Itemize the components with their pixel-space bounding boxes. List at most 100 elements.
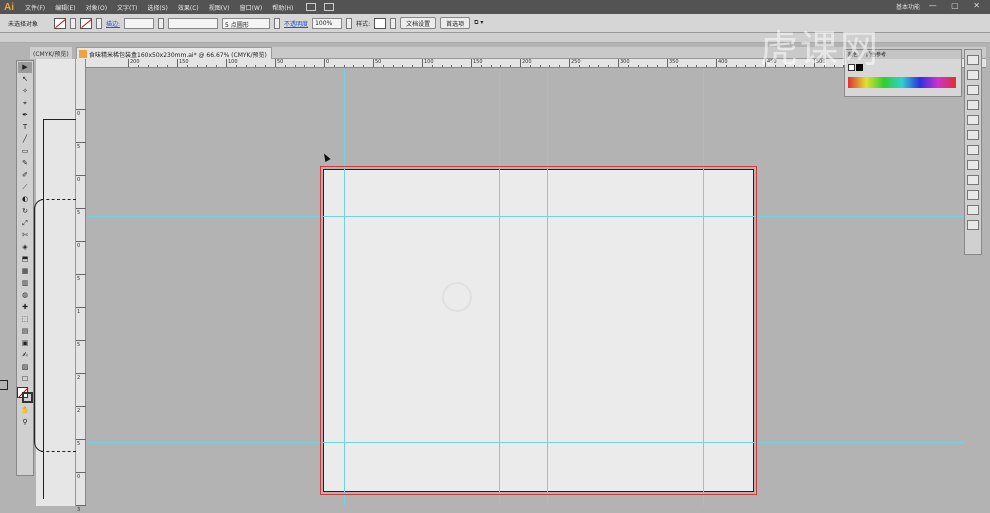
- tool-button[interactable]: ▶: [18, 62, 32, 73]
- tool-button[interactable]: ↻: [18, 206, 32, 217]
- ruler-minor-tick: [314, 65, 316, 67]
- ruler-minor-tick: [196, 65, 198, 67]
- window-controls[interactable]: — ▢ ✕: [929, 1, 986, 10]
- menu-effect[interactable]: 效果(C): [173, 3, 204, 12]
- transparency-icon[interactable]: [967, 160, 979, 170]
- brush-dropdown[interactable]: [274, 17, 281, 29]
- tool-button[interactable]: ✎: [18, 158, 32, 169]
- ruler-minor-tick: [147, 65, 149, 67]
- arrange-docs-icon[interactable]: [324, 3, 335, 11]
- swatches-icon[interactable]: [967, 85, 979, 95]
- tool-button[interactable]: ☐: [18, 374, 32, 385]
- tool-button[interactable]: ✒: [18, 110, 32, 121]
- guide-vertical[interactable]: [344, 169, 345, 492]
- ruler-tick: [76, 439, 86, 440]
- ruler-minor-tick: [441, 65, 443, 67]
- preferences-button[interactable]: 首选项: [440, 17, 471, 29]
- guide-horizontal[interactable]: [323, 442, 754, 443]
- stroke-swatch[interactable]: [80, 17, 93, 29]
- tool-button[interactable]: ◍: [18, 290, 32, 301]
- ruler-label: 2: [77, 408, 81, 414]
- stroke-weight-dropdown[interactable]: [158, 17, 165, 29]
- color-panel-icon[interactable]: [967, 55, 979, 65]
- tool-button[interactable]: ✄: [18, 230, 32, 241]
- tool-button[interactable]: ▭: [18, 146, 32, 157]
- tool-button[interactable]: ✋: [18, 405, 32, 416]
- ruler-minor-tick: [696, 65, 698, 67]
- tool-button[interactable]: ╱: [18, 134, 32, 145]
- ruler-minor-tick: [480, 65, 482, 67]
- style-swatch[interactable]: [374, 17, 387, 29]
- ruler-label: 5: [77, 342, 81, 348]
- vertical-ruler[interactable]: 0 5 0 5 0 5 1 5 2 2 5 0 3: [76, 59, 86, 513]
- tool-button[interactable]: ⌖: [18, 98, 32, 109]
- style-dropdown[interactable]: [390, 17, 397, 29]
- opacity-label[interactable]: 不透明度: [284, 19, 308, 28]
- stroke-icon[interactable]: [967, 130, 979, 140]
- guide-vertical[interactable]: [499, 169, 500, 492]
- tool-button[interactable]: ⚲: [18, 417, 32, 428]
- fill-swatch[interactable]: [54, 17, 67, 29]
- menu-window[interactable]: 窗口(W): [235, 3, 268, 12]
- stroke-icon[interactable]: [22, 392, 33, 403]
- ruler-label: 5: [77, 210, 81, 216]
- tool-button[interactable]: ⤢: [18, 218, 32, 229]
- previous-artboard-area: [34, 59, 76, 506]
- tool-button[interactable]: ⬒: [18, 254, 32, 265]
- fill-stroke-widget[interactable]: [17, 387, 33, 403]
- brushes-icon[interactable]: [967, 100, 979, 110]
- fill-dropdown[interactable]: [70, 17, 77, 29]
- tool-button[interactable]: ▨: [18, 362, 32, 373]
- brush-field[interactable]: 5 点圆形: [222, 17, 271, 29]
- ruler-label: 0: [77, 111, 81, 117]
- stroke-dropdown[interactable]: [96, 17, 103, 29]
- menu-edit[interactable]: 编辑(E): [50, 3, 80, 12]
- tool-button[interactable]: ↖: [18, 74, 32, 85]
- menu-help[interactable]: 帮助(H): [267, 3, 298, 12]
- tool-button[interactable]: ✐: [18, 170, 32, 181]
- guide-horizontal[interactable]: [323, 216, 754, 217]
- tool-button[interactable]: ✍: [18, 350, 32, 361]
- stroke-weight-field[interactable]: [124, 17, 155, 29]
- menu-type[interactable]: 文字(T): [112, 3, 142, 12]
- ruler-tick: [76, 274, 86, 275]
- document-setup-button[interactable]: 文档设置: [400, 17, 437, 29]
- artboard[interactable]: [323, 169, 754, 492]
- symbols-icon[interactable]: [967, 115, 979, 125]
- color-guide-icon[interactable]: [967, 70, 979, 80]
- tool-button[interactable]: ⬚: [18, 314, 32, 325]
- menu-view[interactable]: 视图(V): [204, 3, 235, 12]
- menu-object[interactable]: 对象(O): [81, 3, 112, 12]
- current-document-tab[interactable]: 食味精米稀包装盒160x50x230mm.ai* @ 66.67% (CMYK/…: [76, 47, 272, 59]
- ruler-minor-tick: [216, 65, 218, 67]
- appearance-icon[interactable]: [967, 175, 979, 185]
- guide-vertical[interactable]: [703, 169, 704, 492]
- artboards-icon[interactable]: [967, 220, 979, 230]
- tool-button[interactable]: ✧: [18, 86, 32, 97]
- variable-width-field[interactable]: [168, 17, 219, 29]
- tool-button[interactable]: ▥: [18, 278, 32, 289]
- layers-icon[interactable]: [967, 205, 979, 215]
- tool-button[interactable]: ⟋: [18, 182, 32, 193]
- tool-button[interactable]: ◐: [18, 194, 32, 205]
- tool-button[interactable]: ▤: [18, 326, 32, 337]
- prev-document-tab[interactable]: (CMYK/预览): [30, 47, 72, 59]
- bridge-icon[interactable]: [306, 3, 317, 11]
- tool-button[interactable]: T: [18, 122, 32, 133]
- arrange-icon[interactable]: ⧉ ▾: [474, 19, 483, 27]
- menu-file[interactable]: 文件(F): [20, 3, 50, 12]
- opacity-dropdown[interactable]: [346, 17, 353, 29]
- tool-button[interactable]: ✚: [18, 302, 32, 313]
- gradient-icon[interactable]: [967, 145, 979, 155]
- opacity-field[interactable]: 100%: [312, 17, 343, 29]
- graphic-styles-icon[interactable]: [967, 190, 979, 200]
- tool-button[interactable]: ▣: [18, 338, 32, 349]
- menu-select[interactable]: 选择(S): [142, 3, 173, 12]
- tool-button[interactable]: ◈: [18, 242, 32, 253]
- stroke-label[interactable]: 描边:: [106, 19, 120, 28]
- workspace-switcher[interactable]: 基本功能: [896, 2, 920, 11]
- ruler-minor-tick: [657, 65, 659, 67]
- guide-vertical[interactable]: [547, 169, 548, 492]
- color-spectrum[interactable]: [848, 77, 956, 88]
- tool-button[interactable]: ▦: [18, 266, 32, 277]
